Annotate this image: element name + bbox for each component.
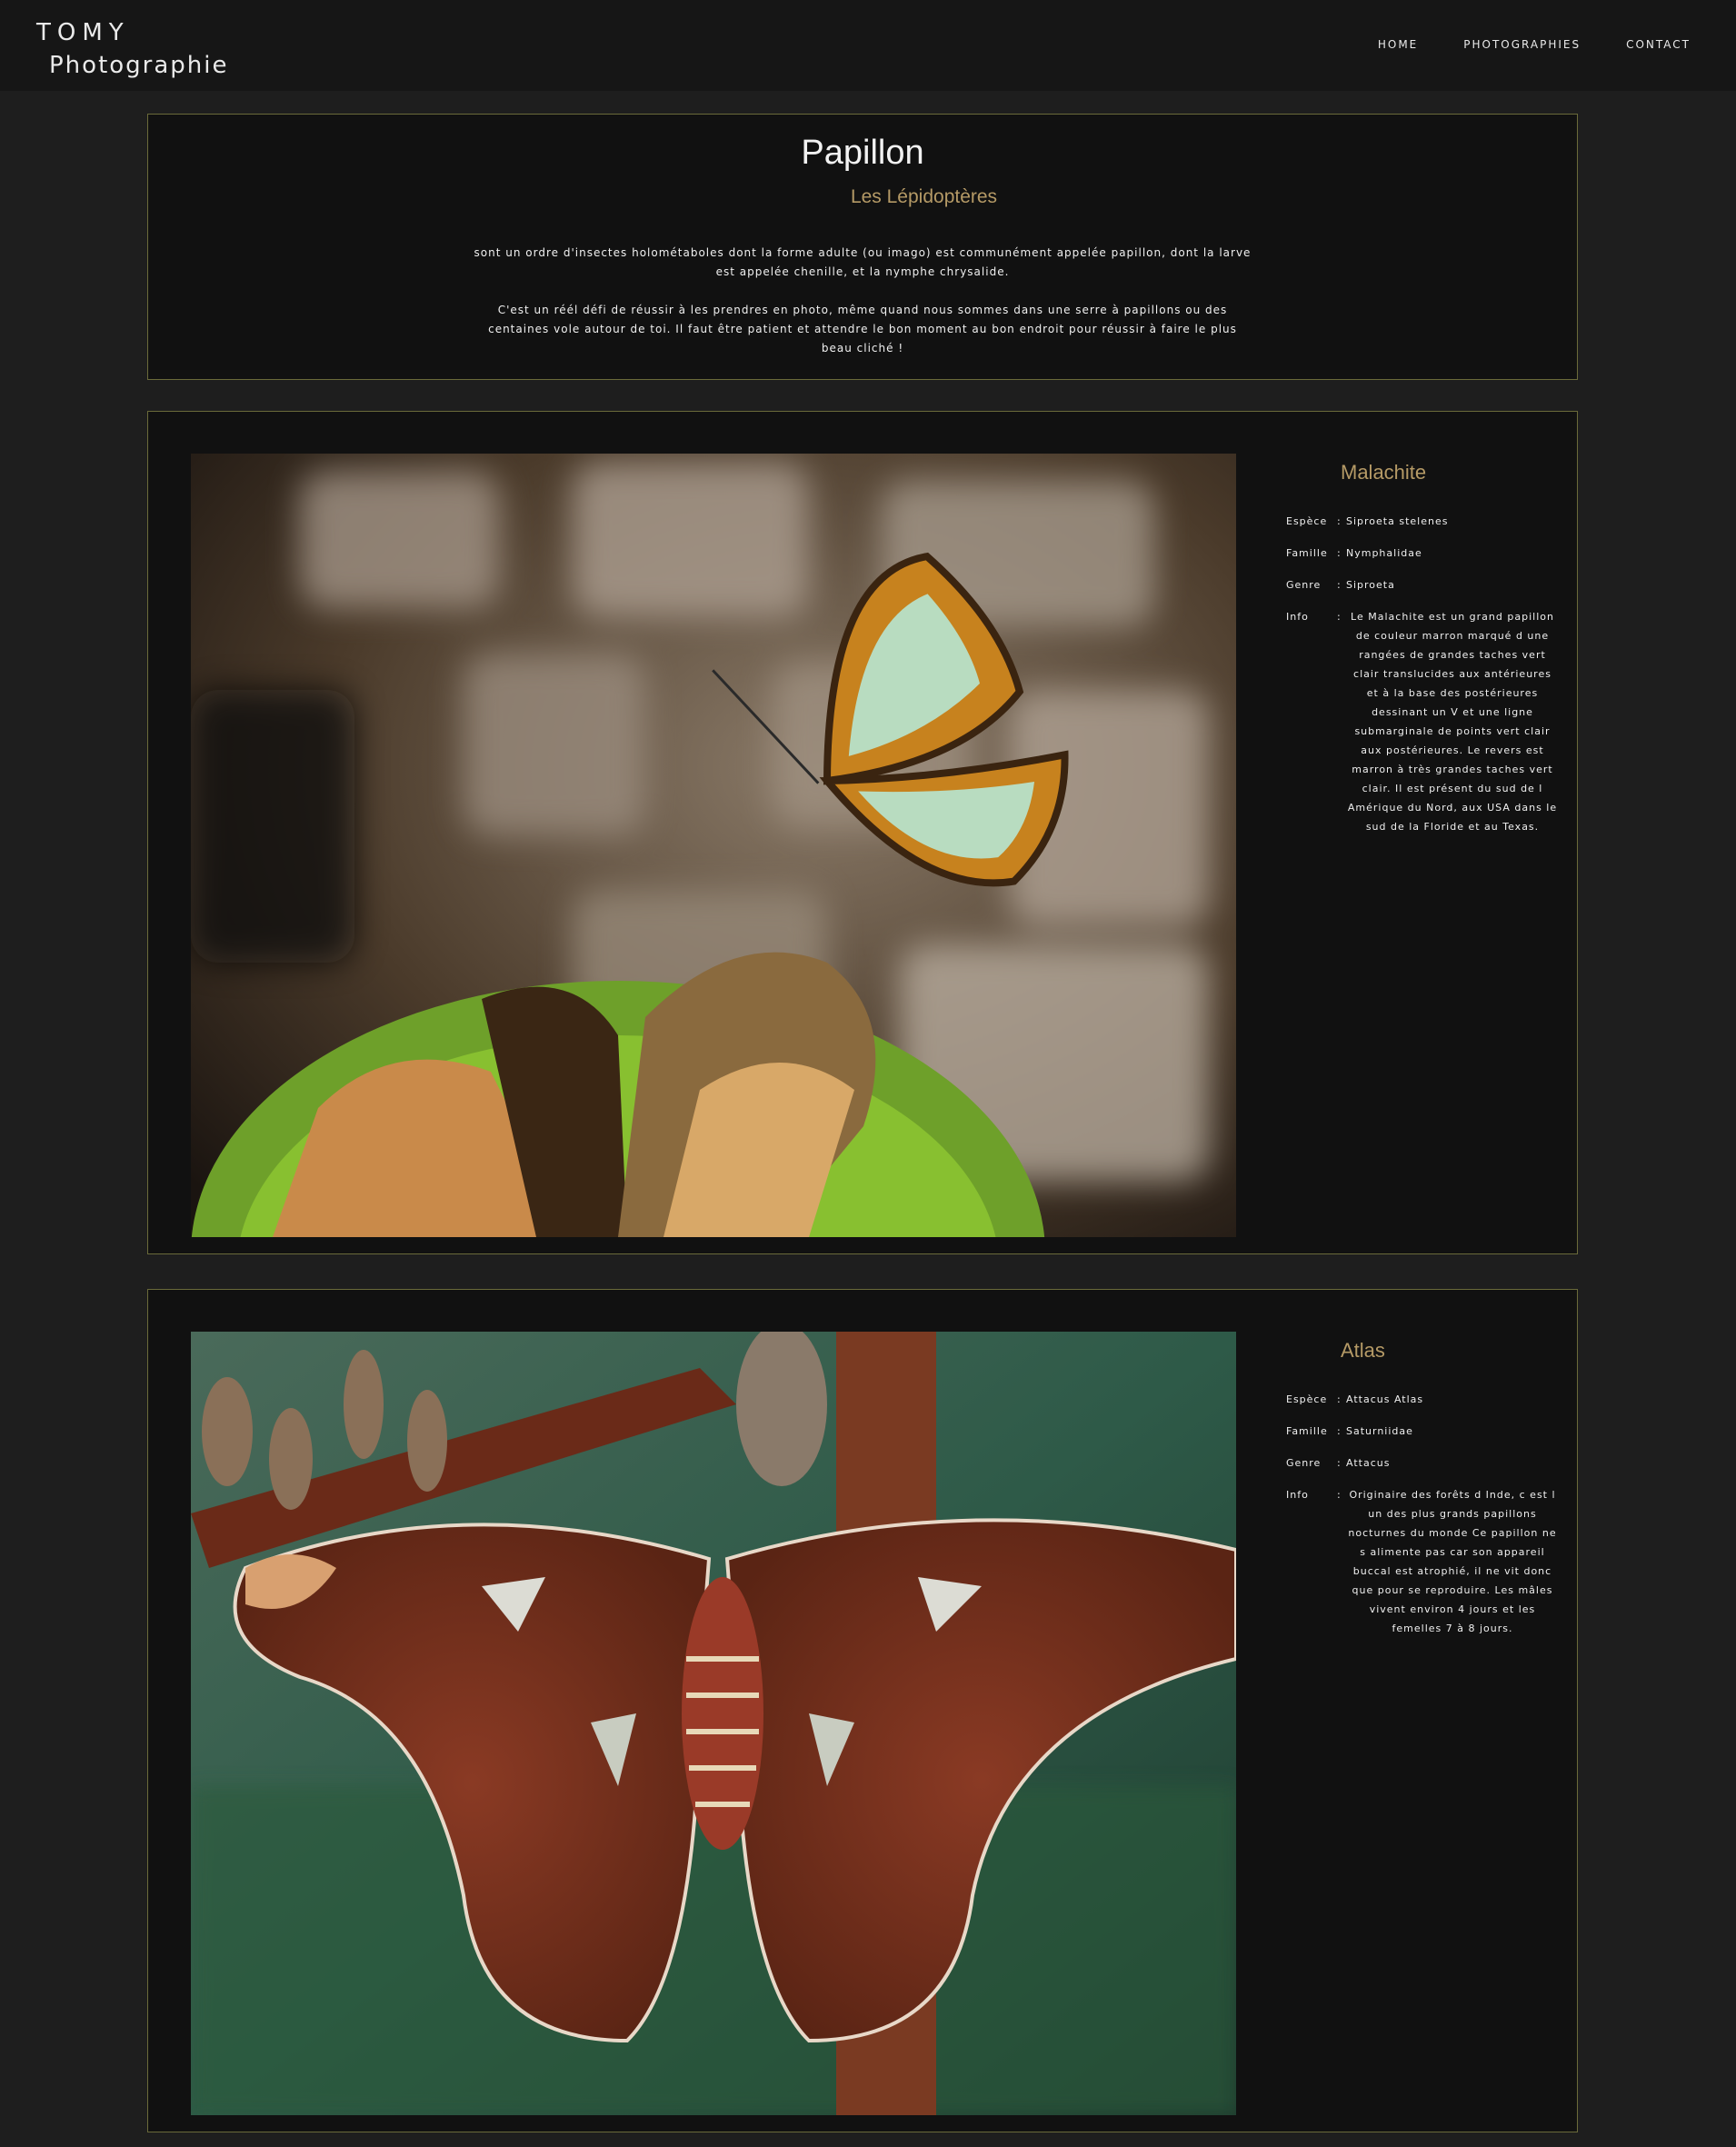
- atlas-image: [191, 1332, 1236, 2115]
- intro-description: sont un ordre d'insectes holométaboles d…: [472, 244, 1253, 358]
- butterfly-name: Atlas: [1341, 1339, 1385, 1362]
- nav-contact[interactable]: CONTACT: [1626, 38, 1691, 51]
- separator: :: [1337, 1457, 1342, 1469]
- famille-label: Famille: [1286, 547, 1328, 559]
- espece-row: Espèce : Siproeta stelenes: [1286, 512, 1559, 531]
- genre-row: Genre : Siproeta: [1286, 575, 1559, 594]
- info-label: Info: [1286, 1489, 1309, 1501]
- page-subtitle: Les Lépidoptères: [850, 186, 998, 207]
- espece-value: Attacus Atlas: [1346, 1393, 1424, 1405]
- info-value: Le Malachite est un grand papillon de co…: [1347, 611, 1558, 833]
- main-nav: HOME PHOTOGRAPHIES CONTACT: [1332, 38, 1691, 51]
- intro-panel: Papillon Les Lépidoptères sont un ordre …: [147, 114, 1578, 380]
- atlas-info: Atlas Espèce : Attacus Atlas Famille : S…: [1286, 1337, 1559, 1651]
- famille-value: Nymphalidae: [1346, 547, 1422, 559]
- atlas-photo[interactable]: [191, 1332, 1236, 2115]
- info-row: Info : Le Malachite est un grand papillo…: [1286, 607, 1559, 836]
- malachite-info: Malachite Espèce : Siproeta stelenes Fam…: [1286, 459, 1559, 849]
- butterfly-name: Malachite: [1341, 461, 1427, 484]
- site-logo[interactable]: TOMY Photographie: [36, 16, 229, 82]
- espece-label: Espèce: [1286, 515, 1328, 527]
- info-row: Info : Originaire des forêts d Inde, c e…: [1286, 1485, 1559, 1638]
- separator: :: [1337, 579, 1342, 591]
- genre-value: Siproeta: [1346, 579, 1395, 591]
- espece-value: Siproeta stelenes: [1346, 515, 1449, 527]
- separator: :: [1337, 611, 1342, 623]
- separator: :: [1337, 547, 1342, 559]
- intro-paragraph: sont un ordre d'insectes holométaboles d…: [474, 246, 1252, 278]
- famille-row: Famille : Nymphalidae: [1286, 544, 1559, 563]
- butterfly-card-atlas: Atlas Espèce : Attacus Atlas Famille : S…: [147, 1289, 1578, 2132]
- intro-paragraph: C'est un réél défi de réussir à les pren…: [488, 304, 1237, 355]
- separator: :: [1337, 1393, 1342, 1405]
- site-header: TOMY Photographie HOME PHOTOGRAPHIES CON…: [0, 0, 1736, 91]
- espece-row: Espèce : Attacus Atlas: [1286, 1390, 1559, 1409]
- malachite-photo[interactable]: [191, 454, 1236, 1237]
- info-label: Info: [1286, 611, 1309, 623]
- separator: :: [1337, 515, 1342, 527]
- famille-value: Saturniidae: [1346, 1425, 1413, 1437]
- famille-row: Famille : Saturniidae: [1286, 1422, 1559, 1441]
- info-value: Originaire des forêts d Inde, c est l un…: [1348, 1489, 1557, 1634]
- genre-value: Attacus: [1346, 1457, 1391, 1469]
- logo-subtitle: Photographie: [49, 52, 229, 79]
- genre-label: Genre: [1286, 1457, 1322, 1469]
- nav-photographies[interactable]: PHOTOGRAPHIES: [1463, 38, 1581, 51]
- famille-label: Famille: [1286, 1425, 1328, 1437]
- espece-label: Espèce: [1286, 1393, 1328, 1405]
- butterfly-card-malachite: Malachite Espèce : Siproeta stelenes Fam…: [147, 411, 1578, 1254]
- genre-label: Genre: [1286, 579, 1322, 591]
- genre-row: Genre : Attacus: [1286, 1453, 1559, 1473]
- page-title: Papillon: [801, 134, 924, 172]
- logo-title: TOMY: [36, 19, 130, 46]
- nav-home[interactable]: HOME: [1378, 38, 1418, 51]
- separator: :: [1337, 1425, 1342, 1437]
- malachite-image: [191, 454, 1236, 1237]
- separator: :: [1337, 1489, 1342, 1501]
